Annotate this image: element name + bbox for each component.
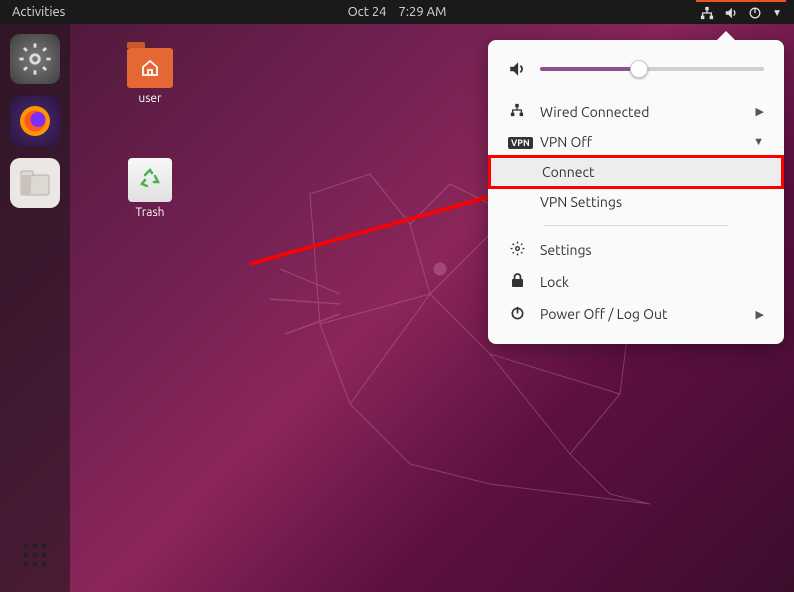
menu-wired[interactable]: Wired Connected ▶ [488, 96, 784, 127]
dock [0, 24, 70, 592]
speaker-icon [508, 60, 526, 78]
chevron-down-icon: ▼ [772, 7, 782, 19]
files-icon [20, 170, 50, 196]
activities-button[interactable]: Activities [8, 5, 65, 19]
chevron-down-icon: ▼ [753, 136, 764, 148]
volume-slider-thumb[interactable] [630, 60, 648, 78]
desktop-trash[interactable]: Trash [115, 158, 185, 219]
chevron-right-icon: ▶ [756, 105, 764, 118]
recycle-icon [138, 168, 162, 192]
firefox-icon [17, 103, 53, 139]
gear-icon [510, 241, 525, 256]
menu-label: Connect [542, 164, 595, 180]
menu-vpn-connect[interactable]: Connect [490, 157, 782, 187]
dock-settings[interactable] [10, 34, 60, 84]
topbar-time[interactable]: 7:29 AM [398, 5, 446, 19]
menu-label: VPN Settings [540, 194, 622, 210]
lock-icon [511, 273, 524, 288]
menu-separator [544, 225, 728, 226]
dock-files[interactable] [10, 158, 60, 208]
menu-label: Power Off / Log Out [540, 306, 742, 322]
menu-power[interactable]: Power Off / Log Out ▶ [488, 298, 784, 330]
system-status-area[interactable]: ▼ [696, 0, 786, 24]
home-icon [140, 59, 160, 77]
volume-icon [724, 6, 738, 20]
menu-label: Settings [540, 242, 764, 258]
menu-settings[interactable]: Settings [488, 234, 784, 266]
dock-firefox[interactable] [10, 96, 60, 146]
volume-slider[interactable] [540, 67, 764, 71]
menu-lock[interactable]: Lock [488, 266, 784, 298]
desktop-icon-label: Trash [135, 206, 164, 219]
system-menu: Wired Connected ▶ VPN VPN Off ▼ Connect … [488, 40, 784, 344]
volume-control[interactable] [488, 54, 784, 96]
menu-vpn-settings[interactable]: VPN Settings [488, 187, 784, 217]
apps-grid-icon [22, 542, 48, 568]
network-wired-icon [510, 103, 524, 117]
menu-vpn[interactable]: VPN VPN Off ▼ [488, 127, 784, 157]
desktop-home-folder[interactable]: user [115, 48, 185, 105]
topbar-date[interactable]: Oct 24 [348, 5, 387, 19]
network-icon [700, 6, 714, 20]
menu-label: Lock [540, 274, 764, 290]
desktop-icon-label: user [138, 92, 161, 105]
gear-icon [18, 42, 52, 76]
power-icon [510, 305, 525, 320]
show-applications[interactable] [10, 530, 60, 580]
top-bar: Activities Oct 24 7:29 AM ▼ [0, 0, 794, 24]
power-icon [748, 6, 762, 20]
menu-label: Wired Connected [540, 104, 742, 120]
vpn-icon: VPN [508, 137, 533, 149]
chevron-right-icon: ▶ [756, 308, 764, 321]
menu-label: VPN Off [540, 134, 739, 150]
